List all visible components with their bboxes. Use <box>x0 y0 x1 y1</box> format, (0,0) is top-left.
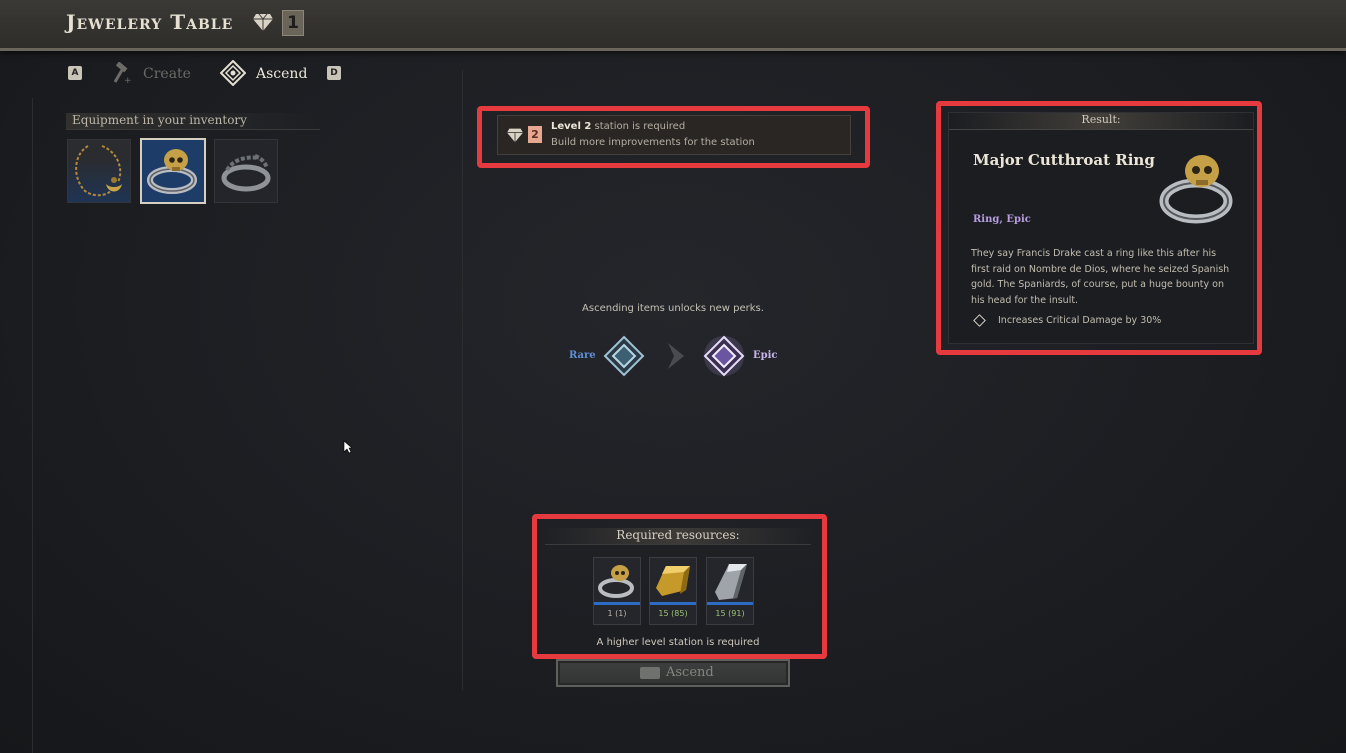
epic-rarity-icon <box>703 335 745 377</box>
resource-count: 15 (91) <box>715 609 745 618</box>
rare-rarity-icon <box>603 335 645 377</box>
skull-ring-icon <box>1159 155 1233 224</box>
requirement-line2: Build more improvements for the station <box>551 137 755 148</box>
ascend-button-label: Ascend <box>666 665 714 680</box>
inventory-slot-necklace[interactable] <box>67 139 131 203</box>
svg-text:+: + <box>124 76 132 84</box>
result-description: They say Francis Drake cast a ring like … <box>971 248 1230 306</box>
resource-count: 15 (85) <box>658 609 688 618</box>
ascension-note: Ascending items unlocks new perks. <box>582 303 764 314</box>
ascend-button[interactable]: Ascend <box>556 659 790 687</box>
silver-ingot-icon <box>715 564 747 600</box>
resources-heading: Required resources: <box>545 528 811 545</box>
resource-count: 1 (1) <box>607 609 627 618</box>
left-divider <box>32 98 33 753</box>
result-item-type: Ring, Epic <box>973 214 1031 225</box>
necklace-icon <box>75 145 122 197</box>
prev-tab-key[interactable]: A <box>68 66 82 80</box>
required-level-badge: 2 <box>528 126 542 143</box>
diamond-icon <box>253 13 273 31</box>
page-title: Jewelery Table <box>66 10 234 34</box>
resource-bar <box>594 602 640 605</box>
arrow-right-icon <box>668 343 684 369</box>
next-tab-key[interactable]: D <box>327 66 341 80</box>
center-divider <box>462 70 463 690</box>
skull-ring-icon <box>147 149 197 194</box>
perk-diamond-icon <box>973 314 986 327</box>
tab-create-label: Create <box>143 66 191 82</box>
rarity-transition: Rare Epic <box>560 330 790 382</box>
tab-ascend-label: Ascend <box>256 66 308 82</box>
station-requirement-panel: 2 Level 2 station is required Build more… <box>497 115 851 155</box>
to-rarity-label: Epic <box>753 350 778 361</box>
resource-silver-ingot: 15 (91) <box>706 557 754 625</box>
result-perk: Increases Critical Damage by 30% <box>973 314 1161 327</box>
keyboard-key-icon <box>640 667 660 679</box>
inventory-slot-laurel-ring[interactable] <box>214 139 278 203</box>
requirement-line1: Level 2 station is required <box>551 121 686 132</box>
skull-ring-icon <box>598 565 634 598</box>
diamond-icon <box>507 128 523 143</box>
station-level-badge: 1 <box>282 10 304 36</box>
resources-note: A higher level station is required <box>596 637 760 648</box>
title-bar: Jewelery Table 1 <box>0 0 1346 51</box>
laurel-ring-icon <box>221 154 271 192</box>
resource-bar <box>707 602 753 605</box>
resource-bar <box>650 602 696 605</box>
ascend-icon <box>220 60 246 86</box>
resource-skull-ring: 1 (1) <box>593 557 641 625</box>
result-panel: Result: Major Cutthroat Ring Ring, Epic … <box>948 112 1254 344</box>
from-rarity-label: Rare <box>569 350 596 361</box>
result-item-name: Major Cutthroat Ring <box>973 151 1155 169</box>
inventory-slot-skull-ring[interactable] <box>140 138 206 204</box>
mouse-cursor-icon <box>343 440 353 454</box>
hammer-icon: + <box>113 62 132 84</box>
result-heading: Result: <box>949 113 1253 130</box>
resource-gold-ingot: 15 (85) <box>649 557 697 625</box>
inventory-heading: Equipment in your inventory <box>66 113 320 130</box>
gold-ingot-icon <box>656 566 690 596</box>
